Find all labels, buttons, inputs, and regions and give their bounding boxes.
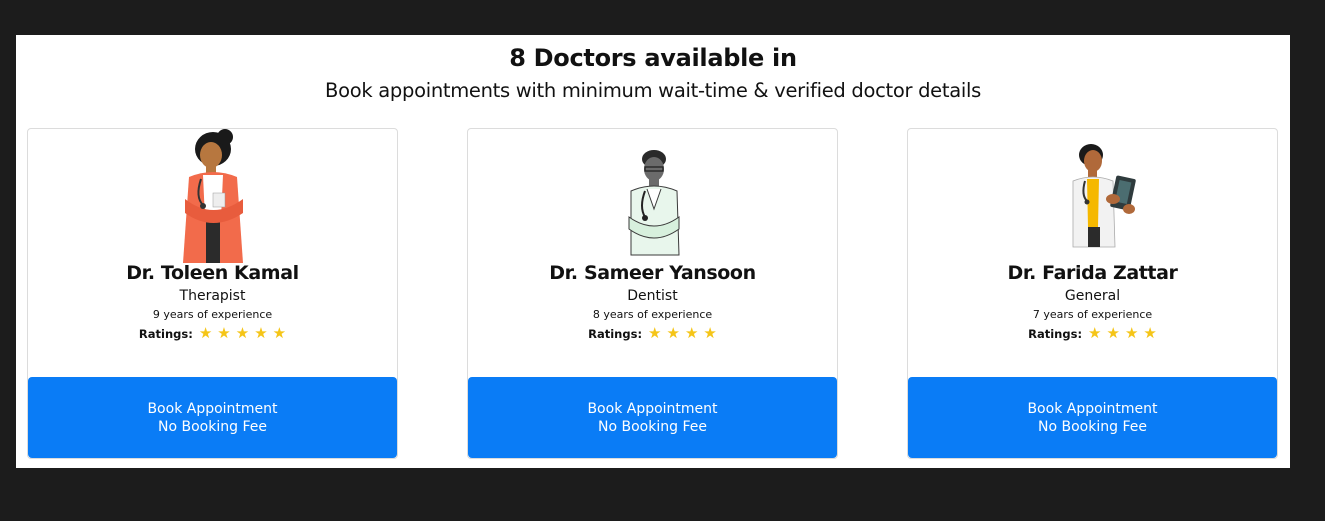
doctor-specialty: General [1064,288,1121,304]
star-icon: ★ [1124,324,1139,342]
star-icon: ★ [272,324,287,342]
page-title: 8 Doctors available in [509,44,797,72]
ratings-label: Ratings: [138,326,193,341]
star-icon: ★ [217,324,231,342]
rating-stars: ★ ★ ★ ★ ★ [199,326,286,341]
doctor-experience: 7 years of experience [1032,308,1153,321]
doctor-specialty: Dentist [627,288,678,304]
star-icon: ★ [1106,324,1120,342]
ratings-row: Ratings: ★ ★ ★ ★ ★ [28,326,397,341]
doctor-card: Dr. Sameer Yansoon Dentist 8 years of ex… [467,128,838,459]
no-booking-fee-label: No Booking Fee [598,418,707,435]
book-appointment-button[interactable]: Book Appointment No Booking Fee [468,377,837,458]
doctor-avatar-icon [153,129,273,265]
star-icon: ★ [684,324,699,342]
page-subtitle: Book appointments with minimum wait-time… [325,79,981,102]
doctor-name: Dr. Farida Zattar [1007,262,1178,284]
ratings-row: Ratings: ★ ★ ★ ★ [908,326,1277,341]
star-icon: ★ [648,324,662,342]
book-appointment-button[interactable]: Book Appointment No Booking Fee [908,377,1277,458]
doctor-specialty: Therapist [179,288,246,304]
star-icon: ★ [1143,324,1157,342]
doctor-name: Dr. Toleen Kamal [126,262,299,284]
rating-stars: ★ ★ ★ ★ [1088,326,1157,341]
no-booking-fee-label: No Booking Fee [1038,418,1147,435]
doctor-avatar-icon [593,129,713,265]
star-icon: ★ [254,324,268,342]
no-booking-fee-label: No Booking Fee [158,418,267,435]
doctor-card: Dr. Toleen Kamal Therapist 9 years of ex… [27,128,398,459]
star-icon: ★ [1088,324,1102,342]
book-appointment-label: Book Appointment [1027,400,1158,417]
book-appointment-label: Book Appointment [587,400,718,417]
doctor-experience: 9 years of experience [152,308,273,321]
doctor-card: Dr. Farida Zattar General 7 years of exp… [907,128,1278,459]
book-appointment-button[interactable]: Book Appointment No Booking Fee [28,377,397,458]
doctors-panel: 8 Doctors available in Book appointments… [16,35,1290,468]
star-icon: ★ [703,324,717,342]
ratings-label: Ratings: [588,326,643,341]
doctor-avatar-icon [1033,129,1153,265]
book-appointment-label: Book Appointment [147,400,278,417]
star-icon: ★ [235,324,250,342]
doctor-experience: 8 years of experience [592,308,713,321]
ratings-label: Ratings: [1028,326,1083,341]
rating-stars: ★ ★ ★ ★ [648,326,717,341]
doctor-name: Dr. Sameer Yansoon [549,262,756,284]
star-icon: ★ [666,324,680,342]
star-icon: ★ [198,324,213,342]
ratings-row: Ratings: ★ ★ ★ ★ [468,326,837,341]
